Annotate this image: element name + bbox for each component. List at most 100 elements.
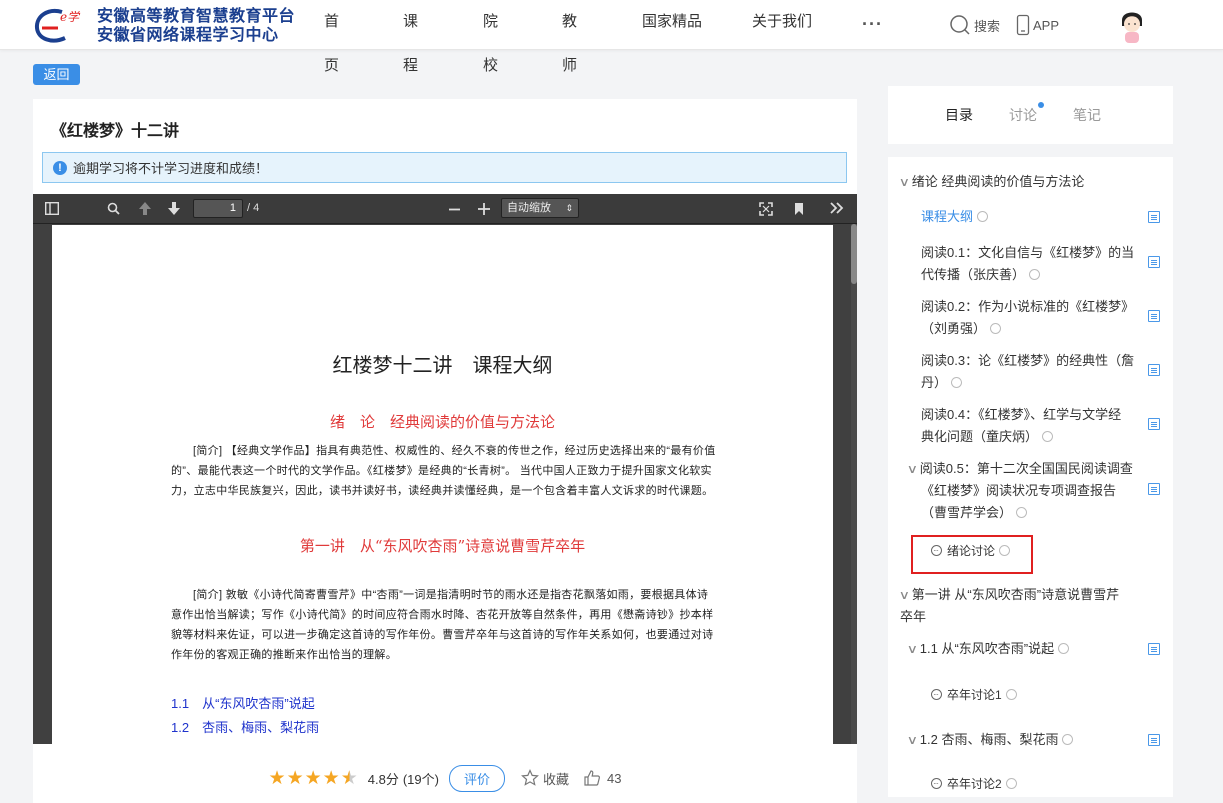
pdf-scrollbar[interactable] — [851, 224, 857, 744]
thumbs-up-icon — [584, 770, 600, 786]
platform-name-line2: 安徽省网络课程学习中心 — [97, 27, 279, 44]
platform-logo[interactable]: e学 — [32, 6, 82, 46]
rating-count: (19个) — [402, 771, 439, 787]
item-reading-0-4[interactable]: 阅读0.4：《红楼梦》、红学与文学经 典化问题（童庆炳） — [921, 404, 1121, 448]
tab-catalog[interactable]: 目录 — [945, 105, 973, 125]
nav-teachers[interactable]: 教师 — [562, 0, 577, 74]
item-syllabus[interactable]: 课程大纲 — [921, 206, 989, 228]
find-icon[interactable] — [107, 202, 120, 215]
item-death-year-discussion-2[interactable]: 卒年讨论2 — [931, 773, 1017, 795]
chapter-1-line1: 第一讲 从“东风吹杏雨”诗意说曹雪芹 — [911, 587, 1120, 602]
sidebar-toggle-icon[interactable] — [45, 202, 59, 215]
tools-double-chevron-icon[interactable] — [830, 202, 844, 214]
next-page-icon[interactable] — [167, 201, 181, 216]
chapter-1[interactable]: ∨ 第一讲 从“东风吹杏雨”诗意说曹雪芹 卒年 — [899, 584, 1120, 628]
pdf-page: 红楼梦十二讲 课程大纲 绪 论 经典阅读的价值与方法论 [简介] 【经典文学作品… — [52, 225, 833, 744]
video-icon — [1148, 643, 1160, 655]
course-content-panel: 《红楼梦》十二讲 ! 逾期学习将不计学习进度和成绩！ 1 / 4 自动缩放 ⇕ … — [33, 99, 857, 803]
favorite-button[interactable]: 收藏 — [521, 769, 569, 788]
document-title: 红楼梦十二讲 课程大纲 — [332, 353, 553, 377]
updown-icon: ⇕ — [565, 203, 573, 213]
tab-discussion[interactable]: 讨论 — [1009, 102, 1044, 125]
item-reading-0-2-line1: 阅读0.2：作为小说标准的《红楼梦》 — [921, 299, 1135, 314]
tab-notes[interactable]: 笔记 — [1073, 105, 1101, 125]
zoom-in-icon[interactable] — [478, 203, 490, 215]
section-1-1[interactable]: ∨ 1.1 从“东风吹杏雨”说起 — [906, 638, 1070, 660]
chat-icon — [931, 773, 942, 795]
item-reading-0-4-line2: 典化问题（童庆炳） — [921, 429, 1039, 444]
platform-name-line1: 安徽高等教育智慧教育平台 — [97, 8, 296, 25]
nav-about[interactable]: 关于我们 — [752, 0, 822, 50]
pdf-scroll-thumb[interactable] — [851, 224, 857, 284]
item-reading-0-5-line1: 阅读0.5：第十二次全国国民阅读调查 — [919, 461, 1133, 476]
pdf-toolbar: 1 / 4 自动缩放 ⇕ — [33, 194, 857, 224]
progress-circle-icon — [1058, 643, 1070, 654]
item-death-year-discussion-1[interactable]: 卒年讨论1 — [931, 684, 1017, 706]
top-header: e学 安徽高等教育智慧教育平台 安徽省网络课程学习中心 首页 课程 院校 教师 … — [0, 0, 1223, 74]
star-icon: ★ — [304, 767, 322, 789]
item-reading-0-3-line2: 丹） — [921, 375, 948, 390]
item-reading-0-1-line2: 代传播（张庆善） — [921, 267, 1026, 282]
intro-paragraph: [简介] 【经典文学作品】指具有典范性、权威性的、经久不衰的传世之作，经过历史选… — [171, 445, 716, 497]
bookmark-icon[interactable] — [794, 202, 804, 216]
progress-circle-icon — [1042, 431, 1054, 442]
rating-bar: ★ ★ ★ ★ ★ 4.8分 (19个) 评价 收藏 43 — [33, 760, 857, 796]
document-icon — [1148, 418, 1160, 430]
fullscreen-icon[interactable] — [759, 202, 773, 216]
star-icon: ★ — [286, 767, 304, 789]
item-reading-0-3[interactable]: 阅读0.3：论《红楼梦》的经典性（詹 丹） — [921, 350, 1134, 394]
item-reading-0-1-line1: 阅读0.1：文化自信与《红楼梦》的当 — [921, 245, 1135, 260]
chapter-intro[interactable]: ∨ 绪论 经典阅读的价值与方法论 — [899, 171, 1085, 193]
zoom-select-value: 自动缩放 — [507, 202, 551, 214]
item-reading-0-1[interactable]: 阅读0.1：文化自信与《红楼梦》的当 代传播（张庆善） — [921, 242, 1134, 286]
item-reading-0-5-line3: （曹雪芹学会） — [921, 505, 1013, 520]
pdf-viewer: 1 / 4 自动缩放 ⇕ 红楼梦十二讲 课程大纲 绪 论 经典阅读的价值与方法论… — [33, 194, 857, 744]
more-menu-button[interactable]: ··· — [862, 14, 883, 35]
item-reading-0-5-line2: 《红楼梦》阅读状况专项调查报告 — [921, 483, 1117, 498]
star-icon: ★ — [268, 767, 286, 789]
deadline-notice: ! 逾期学习将不计学习进度和成绩！ — [42, 152, 847, 183]
search-button[interactable]: 搜索 — [949, 14, 1000, 36]
item-syllabus-title: 课程大纲 — [921, 209, 974, 224]
progress-circle-icon — [990, 323, 1002, 334]
document-icon — [1148, 256, 1160, 268]
chat-icon — [931, 684, 942, 706]
nav-schools[interactable]: 院校 — [483, 0, 498, 74]
like-count: 43 — [607, 770, 622, 786]
zoom-out-icon[interactable] — [449, 204, 460, 215]
like-button[interactable]: 43 — [583, 769, 621, 787]
document-icon — [1148, 310, 1160, 322]
phone-icon — [1016, 14, 1030, 36]
lecture1-paragraph: [简介] 敦敏《小诗代简寄曹雪芹》中“杏雨”一词是指清明时节的雨水还是指杏花飘落… — [171, 589, 714, 661]
item-intro-discussion-title: 绪论讨论 — [947, 544, 996, 558]
item-reading-0-2[interactable]: 阅读0.2：作为小说标准的《红楼梦》 （刘勇强） — [921, 296, 1134, 340]
chevron-down-icon: ∨ — [906, 733, 919, 747]
platform-name[interactable]: 安徽高等教育智慧教育平台 安徽省网络课程学习中心 — [97, 7, 295, 45]
lecture1-heading: 第一讲 从“东风吹杏雨”诗意说曹雪芹卒年 — [299, 537, 586, 555]
zoom-select[interactable]: 自动缩放 ⇕ — [501, 198, 579, 218]
star-outline-icon — [521, 769, 539, 786]
chapter-1-line2: 卒年 — [900, 609, 927, 624]
item-death-year-discussion-1-title: 卒年讨论1 — [947, 688, 1002, 702]
item-intro-discussion[interactable]: 绪论讨论 — [931, 540, 1011, 562]
page-number-input[interactable]: 1 — [193, 199, 243, 218]
user-avatar[interactable] — [1117, 6, 1147, 44]
toc-1-1: 1.1 从“东风吹杏雨”说起 — [171, 696, 315, 711]
progress-circle-icon — [999, 545, 1011, 556]
app-download-button[interactable]: APP — [1016, 14, 1059, 36]
item-reading-0-2-line2: （刘勇强） — [921, 321, 987, 336]
course-catalog: ∨ 绪论 经典阅读的价值与方法论 课程大纲 阅读0.1：文化自信与《红楼梦》的当 … — [888, 157, 1173, 797]
rate-button[interactable]: 评价 — [448, 764, 505, 792]
chat-icon — [931, 540, 942, 562]
rating-stars: ★ ★ ★ ★ ★ — [269, 767, 358, 790]
chevron-down-icon: ∨ — [906, 642, 919, 656]
nav-home[interactable]: 首页 — [324, 0, 339, 74]
previous-page-icon[interactable] — [138, 201, 152, 216]
progress-circle-icon — [1016, 507, 1028, 518]
nav-courses[interactable]: 课程 — [403, 0, 418, 74]
section-1-2[interactable]: ∨ 1.2 杏雨、梅雨、梨花雨 — [906, 729, 1074, 751]
item-reading-0-5[interactable]: ∨ 阅读0.5：第十二次全国国民阅读调查 《红楼梦》阅读状况专项调查报告 （曹雪芹… — [907, 458, 1133, 524]
nav-national-excellent[interactable]: 国家精品 — [642, 0, 712, 50]
back-button[interactable]: 返回 — [33, 64, 80, 85]
progress-circle-icon — [1005, 689, 1017, 700]
